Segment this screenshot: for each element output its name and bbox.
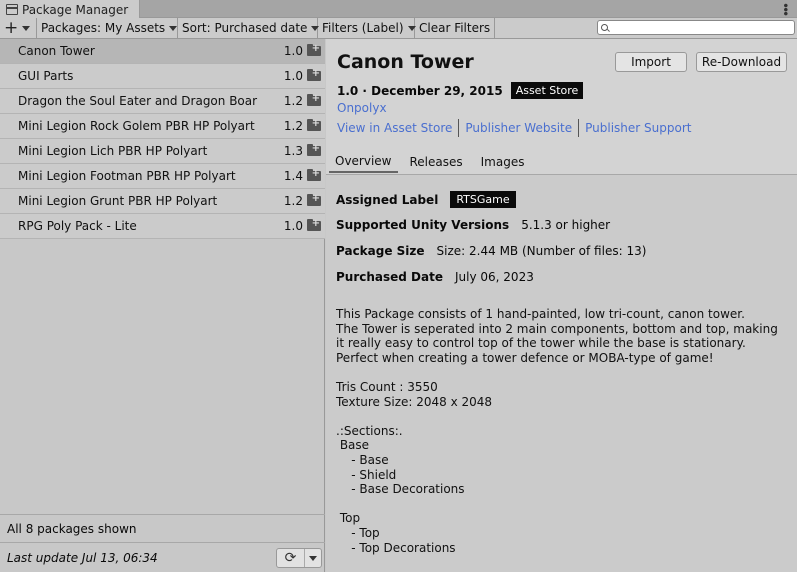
package-name: RPG Poly Pack - Lite [18,219,137,233]
package-details-panel: Canon Tower Import Re-Download 1.0 · Dec… [326,39,797,572]
last-update-text: Last update Jul 13, 06:34 [7,550,158,565]
filters-dropdown-label: Filters (Label) [322,21,404,35]
package-links: View in Asset Store Publisher Website Pu… [337,119,697,137]
add-package-button[interactable]: + [0,18,37,38]
package-name: Mini Legion Grunt PBR HP Polyart [18,194,218,208]
list-item[interactable]: Dragon the Soul Eater and Dragon Boar 1.2 [0,89,325,114]
package-icon [6,4,18,15]
package-size-field: Package Size Size: 2.44 MB (Number of fi… [336,244,646,258]
search-input[interactable] [597,20,795,35]
folder-add-icon [307,43,321,56]
sort-dropdown[interactable]: Sort: Purchased date [178,18,320,38]
source-badge: Asset Store [510,82,584,99]
more-options-icon[interactable]: ••• [778,2,792,14]
refresh-icon: ⟳ [284,550,297,566]
sort-dropdown-label: Sort: Purchased date [182,21,308,35]
unity-versions-value: 5.1.3 or higher [521,218,611,232]
purchased-date-field: Purchased Date July 06, 2023 [336,270,534,284]
package-version: 1.2 [283,119,303,133]
unity-versions-title: Supported Unity Versions [336,218,510,232]
packages-dropdown-label: Packages: My Assets [41,21,166,35]
refresh-group: ⟳ [276,548,322,568]
list-item[interactable]: Mini Legion Rock Golem PBR HP Polyart 1.2 [0,114,325,139]
refresh-button[interactable]: ⟳ [277,549,305,567]
unity-versions-field: Supported Unity Versions 5.1.3 or higher [336,218,610,232]
assigned-label-field: Assigned Label RTSGame [336,191,516,208]
package-list-panel: Canon Tower 1.0 GUI Parts 1.0 Dragon the Sou… [0,39,325,572]
package-version: 1.2 [283,94,303,108]
package-size-value: Size: 2.44 MB (Number of files: 13) [436,244,647,258]
clear-filters-label: Clear Filters [419,21,491,35]
publisher-support-link[interactable]: Publisher Support [585,121,697,135]
package-version: 1.3 [283,144,303,158]
assigned-label-title: Assigned Label [336,192,439,207]
toolbar: + Packages: My Assets Sort: Purchased da… [0,18,797,39]
list-status-text: All 8 packages shown [7,521,137,536]
package-version: 1.0 [283,219,303,233]
folder-add-icon [307,68,321,81]
packages-dropdown[interactable]: Packages: My Assets [37,18,178,38]
detail-tabs: Overview Releases Images [329,151,536,173]
package-name: Mini Legion Lich PBR HP Polyart [18,144,208,158]
window-title: Package Manager [22,2,129,17]
view-in-asset-store-link[interactable]: View in Asset Store [337,121,458,135]
purchased-date-value: July 06, 2023 [455,270,534,284]
link-divider [458,119,460,137]
list-item[interactable]: GUI Parts 1.0 [0,64,325,89]
package-version: 1.2 [283,194,303,208]
tab-overview[interactable]: Overview [329,151,398,173]
link-divider [578,119,580,137]
list-item[interactable]: Canon Tower 1.0 [0,39,325,64]
chevron-down-icon [169,25,178,31]
chevron-down-icon [309,555,317,561]
folder-add-icon [307,168,321,181]
package-name: Dragon the Soul Eater and Dragon Boar [18,94,258,108]
list-item[interactable]: Mini Legion Footman PBR HP Polyart 1.4 [0,164,325,189]
list-item[interactable]: Mini Legion Grunt PBR HP Polyart 1.2 [0,189,325,214]
import-button[interactable]: Import [615,52,687,72]
package-name: Canon Tower [18,44,95,58]
filters-dropdown[interactable]: Filters (Label) [318,18,416,38]
list-item[interactable]: Mini Legion Lich PBR HP Polyart 1.3 [0,139,325,164]
publisher-website-link[interactable]: Publisher Website [465,121,578,135]
version-date: 1.0 · December 29, 2015 [337,83,503,98]
folder-add-icon [307,143,321,156]
assigned-label-badge: RTSGame [450,191,516,208]
tab-releases[interactable]: Releases [404,151,469,173]
package-size-title: Package Size [336,244,425,258]
clear-filters-button[interactable]: Clear Filters [415,18,495,38]
package-version: 1.0 [283,69,303,83]
redownload-button[interactable]: Re-Download [696,52,787,72]
window-tab[interactable]: Package Manager [0,0,140,19]
plus-icon: + [4,17,19,38]
folder-add-icon [307,193,321,206]
folder-add-icon [307,118,321,131]
package-meta: 1.0 · December 29, 2015 Asset Store [337,82,584,99]
refresh-options-button[interactable] [305,549,321,567]
package-version: 1.0 [283,44,303,58]
package-name: Mini Legion Footman PBR HP Polyart [18,169,236,183]
tab-images[interactable]: Images [475,151,531,173]
list-footer: Last update Jul 13, 06:34 ⟳ [0,542,325,572]
list-status: All 8 packages shown [0,514,325,542]
author-link[interactable]: Onpolyx [337,101,387,115]
purchased-date-title: Purchased Date [336,270,443,284]
search-icon [601,24,608,31]
folder-add-icon [307,93,321,106]
list-item[interactable]: RPG Poly Pack - Lite 1.0 [0,214,325,239]
overview-content: Assigned Label RTSGame Supported Unity V… [326,175,797,572]
chevron-down-icon [22,25,31,31]
package-description: This Package consists of 1 hand-painted,… [336,307,778,555]
package-title: Canon Tower [337,51,474,73]
package-version: 1.4 [283,169,303,183]
package-name: Mini Legion Rock Golem PBR HP Polyart [18,119,255,133]
package-name: GUI Parts [18,69,74,83]
title-bar: Package Manager ••• [0,0,797,19]
folder-add-icon [307,218,321,231]
